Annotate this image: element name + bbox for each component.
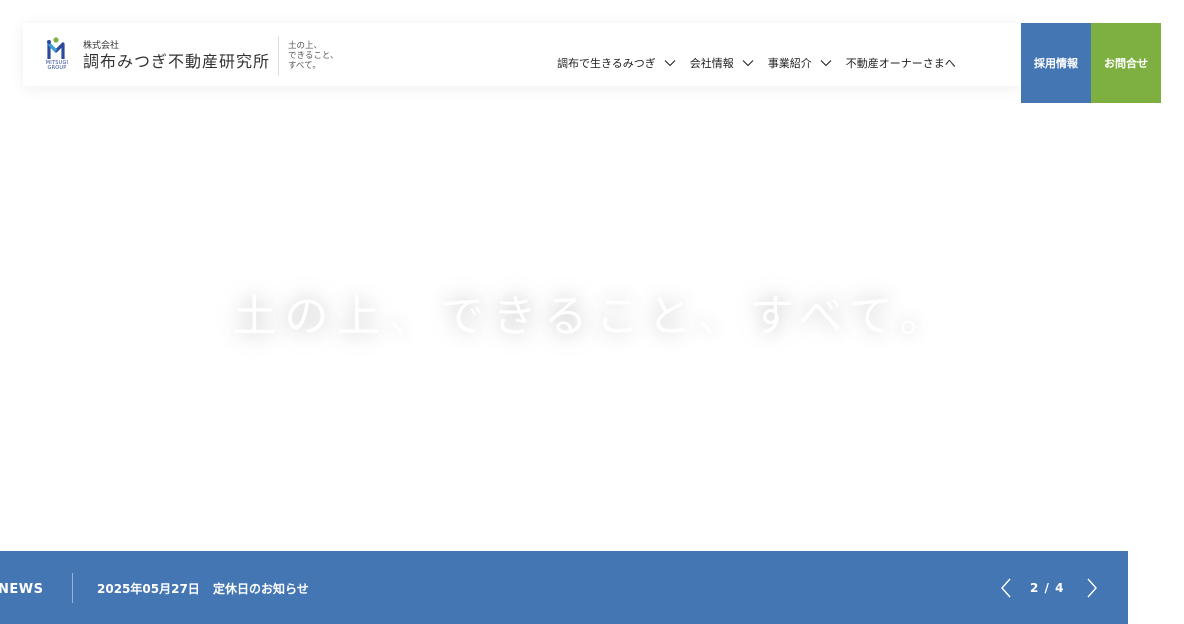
chevron-down-icon [820, 58, 832, 68]
news-bar: NEWS 2025年05月27日 定休日のお知らせ 2 / 4 [0, 551, 1128, 624]
logo-group-text: MITSUGI GROUP [45, 60, 69, 71]
logo-company-name: 調布みつぎ不動産研究所 [83, 51, 271, 71]
main-nav: 調布で生きるみつぎ 会社情報 事業紹介 不動産オーナーさまへ [557, 55, 956, 71]
chevron-down-icon [664, 58, 676, 68]
tagline-line-1: 土の上、 [288, 41, 323, 51]
nav-item-label: 事業紹介 [767, 57, 812, 70]
nav-item-label: 調布で生きるみつぎ [557, 57, 656, 70]
nav-item-business[interactable]: 事業紹介 [768, 55, 832, 71]
news-date: 2025年05月27日 [97, 582, 200, 596]
mitsugi-logo-icon: MITSUGI GROUP [41, 37, 71, 75]
chevron-right-icon[interactable] [1082, 577, 1100, 599]
logo-tagline: 土の上、 できること、 すべて。 [288, 41, 360, 71]
nav-item-owners[interactable]: 不動産オーナーさまへ [846, 55, 956, 71]
nav-item-chofu[interactable]: 調布で生きるみつぎ [557, 55, 676, 71]
site-header: MITSUGI GROUP 株式会社 調布みつぎ不動産研究所 土の上、 できるこ… [23, 23, 1161, 103]
logo-company-prefix: 株式会社 [83, 40, 120, 51]
chevron-left-icon[interactable] [998, 577, 1016, 599]
recruit-button[interactable]: 採用情報 [1021, 23, 1091, 103]
hero-catchcopy: 土の上、できること、すべて。 [232, 291, 952, 342]
site-logo[interactable]: MITSUGI GROUP 株式会社 調布みつぎ不動産研究所 土の上、 できるこ… [41, 35, 360, 77]
tagline-line-3: すべて。 [288, 61, 321, 71]
news-label: NEWS [0, 582, 44, 597]
news-page-indicator: 2 / 4 [1030, 581, 1065, 595]
nav-item-label: 不動産オーナーさまへ [845, 57, 956, 70]
chevron-down-icon [742, 58, 754, 68]
news-divider [72, 573, 73, 603]
logo-divider [278, 36, 280, 76]
header-bar: MITSUGI GROUP 株式会社 調布みつぎ不動産研究所 土の上、 できるこ… [23, 23, 1021, 86]
nav-item-company[interactable]: 会社情報 [690, 55, 754, 71]
logo-text: 株式会社 調布みつぎ不動産研究所 [83, 41, 270, 72]
contact-button[interactable]: お問合せ [1091, 23, 1161, 103]
tagline-line-2: できること、 [288, 51, 339, 61]
nav-item-label: 会社情報 [689, 57, 734, 70]
news-title-link[interactable]: 定休日のお知らせ [213, 580, 309, 597]
